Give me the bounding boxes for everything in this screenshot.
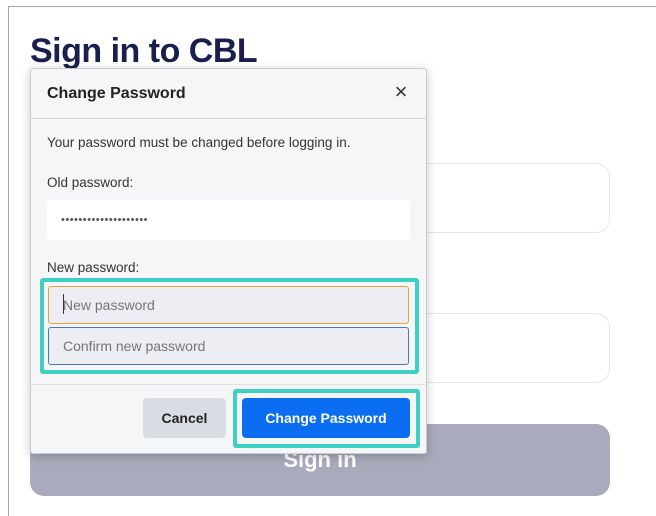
dialog-header: Change Password ×	[31, 69, 426, 119]
frame-top-border	[8, 6, 656, 7]
frame-left-border	[8, 6, 9, 516]
text-cursor	[63, 294, 64, 314]
close-icon[interactable]: ×	[390, 80, 412, 104]
dialog-message: Your password must be changed before log…	[47, 135, 351, 150]
cancel-button[interactable]: Cancel	[143, 398, 226, 438]
change-password-button[interactable]: Change Password	[242, 398, 410, 438]
new-password-label: New password:	[47, 260, 140, 275]
new-password-input[interactable]	[48, 286, 409, 324]
page-title: Sign in to CBL	[30, 32, 258, 70]
dialog-title: Change Password	[47, 85, 186, 102]
old-password-label: Old password:	[47, 175, 134, 190]
dialog-footer-divider	[31, 384, 426, 385]
old-password-field[interactable]: ••••••••••••••••••••	[47, 200, 410, 240]
confirm-password-input[interactable]	[48, 327, 409, 365]
